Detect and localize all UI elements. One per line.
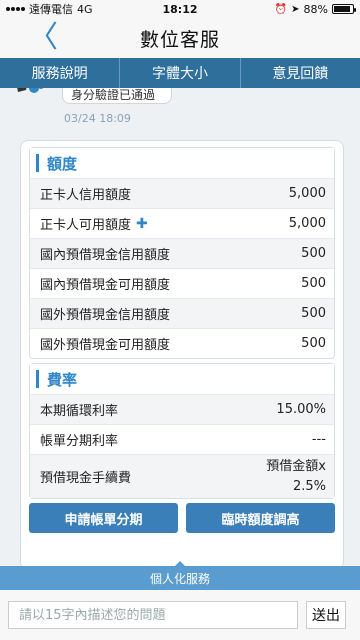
page-title: 數位客服 (139, 28, 220, 51)
table-row: 本期循環利率 15.00% (30, 394, 334, 424)
row-label: 國內預借現金信用額度 (40, 248, 171, 263)
location-icon: ➤ (291, 3, 300, 15)
alarm-icon: ⏰ (274, 3, 288, 15)
tab-service-info[interactable]: 服務說明 (0, 58, 121, 88)
section-header: 費率 (30, 364, 334, 394)
rates-title: 費率 (47, 370, 78, 389)
quota-title: 額度 (47, 154, 78, 173)
send-button[interactable]: 送出 (306, 601, 346, 629)
nav-bar: 〈 數位客服 (0, 18, 360, 58)
message-timestamp: 03/24 18:09 (64, 112, 131, 125)
battery-icon (332, 4, 356, 14)
rates-section: 費率 本期循環利率 15.00% 帳單分期利率 --- 預借現金手續費 預借金額… (29, 363, 335, 499)
apply-installment-button[interactable]: 申請帳單分期 (29, 503, 178, 533)
row-value: 15.00% (276, 402, 326, 417)
row-label: 國外預借現金可用額度 (40, 338, 171, 353)
account-info-card: 額度 正卡人信用額度 5,000 正卡人可用額度 ✚ 5,000 國內預借現金信… (20, 140, 344, 566)
chat-area[interactable]: 身分驗證已通過 03/24 18:09 額度 正卡人信用額度 5,000 正卡人… (0, 88, 360, 566)
table-row: 帳單分期利率 --- (30, 424, 334, 454)
row-value: 500 (301, 276, 326, 291)
row-label: 正卡人信用額度 (40, 188, 132, 203)
input-bar: 送出 (0, 590, 360, 640)
row-label: 本期循環利率 (40, 404, 119, 419)
row-value: 500 (301, 306, 326, 321)
row-value: 500 (301, 246, 326, 261)
plus-icon[interactable]: ✚ (136, 216, 148, 232)
table-row: 國內預借現金信用額度 500 (30, 238, 334, 268)
table-row: 國內預借現金可用額度 500 (30, 268, 334, 298)
tab-bar: 服務說明 字體大小 意見回饋 (0, 58, 360, 88)
network-type: 4G (77, 2, 93, 16)
table-row: 正卡人可用額度 ✚ 5,000 (30, 208, 334, 238)
battery-percent: 88% (303, 2, 328, 16)
section-marker (36, 154, 39, 172)
row-label: 帳單分期利率 (40, 434, 119, 449)
row-label: 正卡人可用額度 (40, 218, 132, 233)
bot-avatar-icon (17, 88, 44, 93)
personalized-service-bar[interactable]: 個人化服務 (0, 561, 360, 590)
row-value: 500 (301, 336, 326, 351)
back-button[interactable]: 〈 (28, 20, 58, 56)
row-value: 5,000 (288, 216, 326, 231)
chevron-left-icon: 〈 (28, 20, 58, 55)
tab-font-size[interactable]: 字體大小 (120, 58, 241, 88)
row-value: 5,000 (288, 186, 326, 201)
carrier-name: 遠傳電信 (29, 3, 73, 16)
row-value: 預借金額x 2.5% (266, 457, 326, 497)
table-row: 預借現金手續費 預借金額x 2.5% (30, 454, 334, 498)
question-input[interactable] (8, 601, 298, 629)
status-bar: 遠傳電信 4G 18:12 ⏰ ➤ 88% (0, 0, 360, 18)
row-value: --- (311, 432, 326, 447)
quota-section: 額度 正卡人信用額度 5,000 正卡人可用額度 ✚ 5,000 國內預借現金信… (29, 147, 335, 359)
row-value-line-2: 2.5% (292, 478, 326, 494)
row-label: 預借現金手續費 (40, 471, 132, 486)
row-label: 國內預借現金可用額度 (40, 278, 171, 293)
section-marker (36, 370, 39, 388)
table-row: 國外預借現金信用額度 500 (30, 298, 334, 328)
action-buttons: 申請帳單分期 臨時額度調高 (29, 503, 335, 533)
signal-icon (6, 7, 25, 11)
section-header: 額度 (30, 148, 334, 178)
temp-limit-increase-button[interactable]: 臨時額度調高 (186, 503, 335, 533)
message-bubble: 身分驗證已通過 (62, 88, 172, 104)
tab-feedback[interactable]: 意見回饋 (241, 58, 360, 88)
table-row: 國外預借現金可用額度 500 (30, 328, 334, 358)
row-value-line-1: 預借金額x (266, 458, 326, 474)
row-label: 國外預借現金信用額度 (40, 308, 171, 323)
table-row: 正卡人信用額度 5,000 (30, 178, 334, 208)
